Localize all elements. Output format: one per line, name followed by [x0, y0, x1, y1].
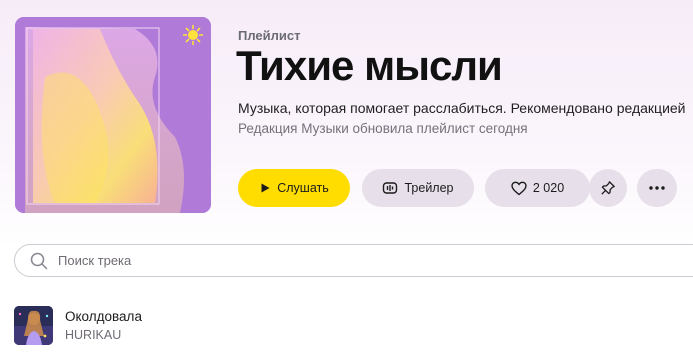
- pin-icon: [601, 181, 615, 195]
- track-cover[interactable]: [14, 305, 53, 345]
- cover-artwork: [15, 17, 211, 213]
- pin-button[interactable]: [589, 169, 627, 207]
- trailer-button[interactable]: Трейлер: [362, 169, 474, 207]
- search-icon: [30, 252, 48, 269]
- playlist-kind-label: Плейлист: [238, 28, 301, 43]
- play-button[interactable]: Слушать: [238, 169, 350, 207]
- heart-icon: [511, 181, 527, 195]
- search-input[interactable]: [58, 253, 358, 268]
- track-title[interactable]: Околдовала: [65, 309, 142, 324]
- play-button-label: Слушать: [277, 181, 329, 195]
- track-row[interactable]: Околдовала HURIKAU: [14, 305, 674, 345]
- track-search[interactable]: [14, 244, 693, 277]
- playlist-description: Музыка, которая помогает расслабиться. Р…: [238, 100, 686, 116]
- playlist-updated-text: Редакция Музыки обновила плейлист сегодн…: [238, 121, 528, 136]
- page-title: Тихие мысли: [236, 42, 503, 89]
- play-icon: [261, 183, 270, 193]
- more-options-button[interactable]: [637, 169, 677, 207]
- likes-count: 2 020: [532, 181, 565, 195]
- like-button[interactable]: 2 020: [485, 169, 590, 207]
- trailer-button-label: Трейлер: [404, 181, 454, 195]
- playlist-cover[interactable]: [15, 17, 211, 213]
- track-cover-artwork: [14, 305, 53, 345]
- track-artist[interactable]: HURIKAU: [65, 328, 142, 342]
- trailer-wave-icon: [383, 182, 398, 194]
- more-dots-icon: [649, 186, 665, 190]
